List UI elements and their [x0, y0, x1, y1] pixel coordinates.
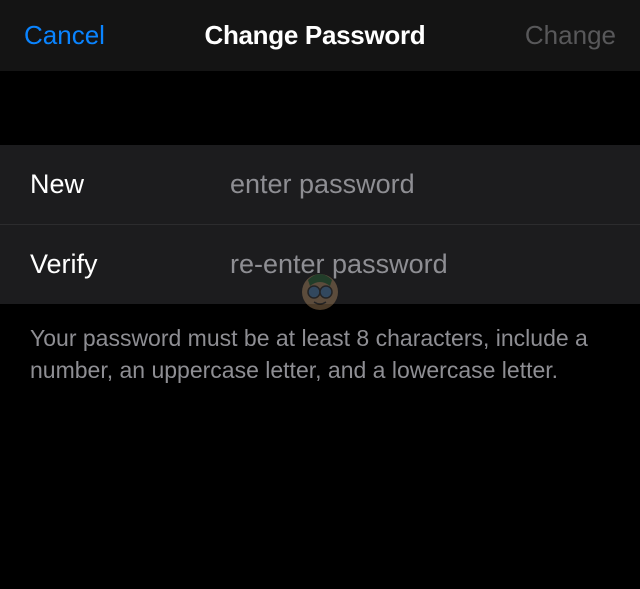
new-password-row: New	[0, 145, 640, 224]
cancel-button[interactable]: Cancel	[24, 20, 105, 51]
page-title: Change Password	[204, 20, 425, 51]
password-form: New Verify	[0, 145, 640, 304]
change-button[interactable]: Change	[525, 20, 616, 51]
verify-password-label: Verify	[30, 249, 230, 280]
navbar: Cancel Change Password Change	[0, 0, 640, 71]
new-password-input[interactable]	[230, 169, 610, 200]
password-hint-text: Your password must be at least 8 charact…	[0, 304, 640, 404]
spacer	[0, 71, 640, 145]
verify-password-input[interactable]	[230, 249, 610, 280]
new-password-label: New	[30, 169, 230, 200]
verify-password-row: Verify	[0, 224, 640, 304]
